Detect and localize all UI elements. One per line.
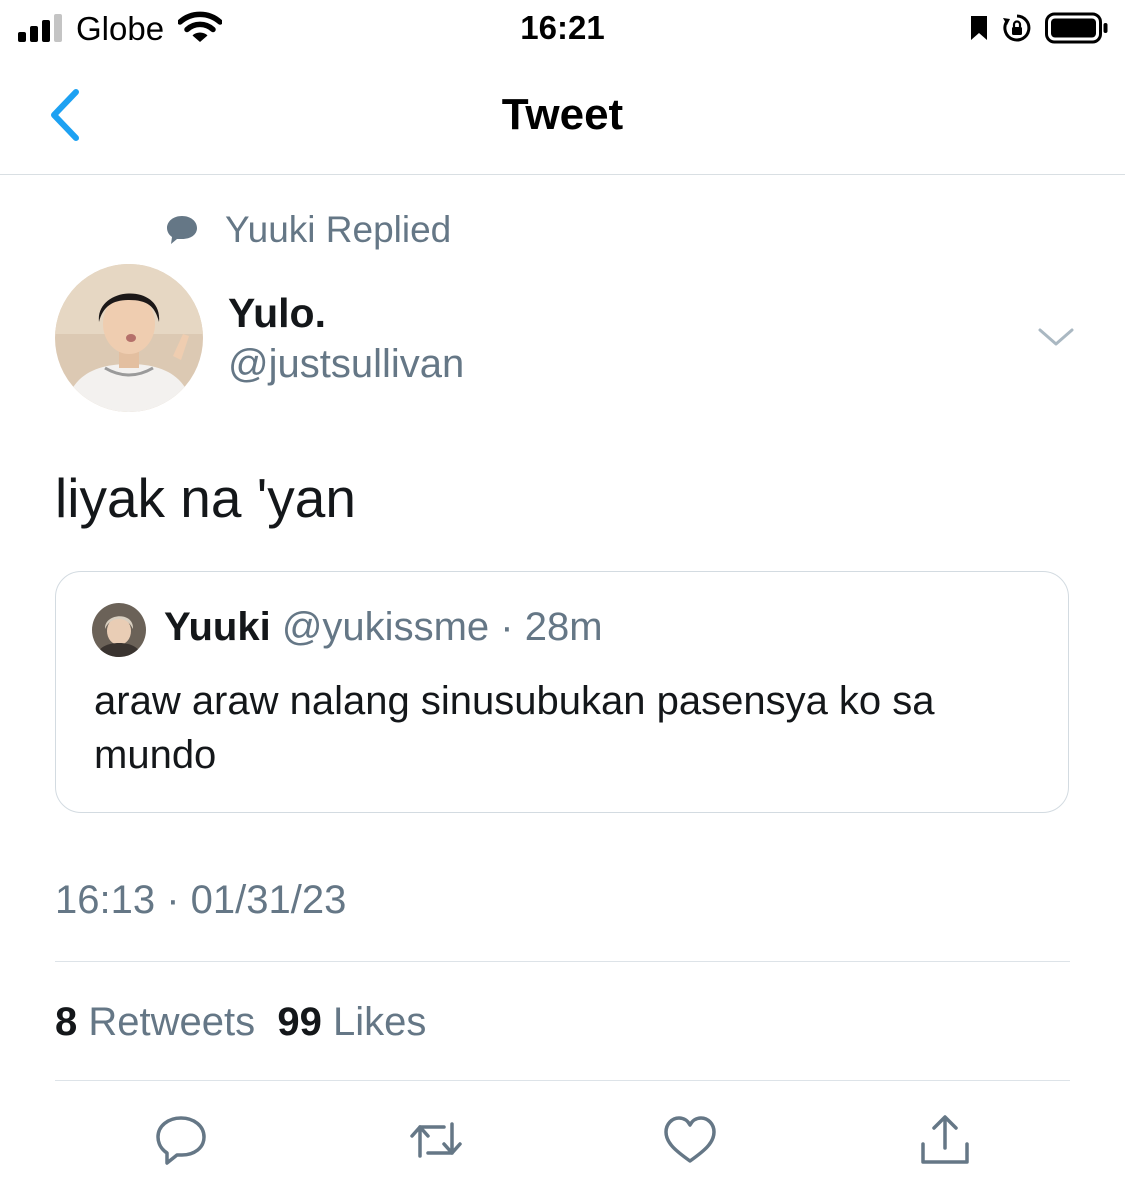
page-title: Tweet (501, 90, 624, 139)
quoted-tweet-age: 28m (524, 605, 603, 649)
quoted-author-avatar (92, 603, 146, 657)
tweet-timestamp: 16:13 · 01/31/23 (55, 878, 347, 922)
reply-context[interactable]: Yuuki Replied (165, 206, 451, 254)
divider (55, 961, 1070, 962)
divider (55, 1080, 1070, 1081)
tweet-stats: 8 Retweets 99 Likes (55, 1000, 426, 1045)
retweets-stat[interactable]: 8 Retweets (55, 1000, 255, 1044)
tweet-text: liyak na 'yan (55, 467, 356, 529)
quoted-tweet[interactable]: Yuuki @yukissme · 28m araw araw nalang s… (55, 571, 1069, 813)
author-avatar[interactable] (55, 264, 203, 412)
likes-label: Likes (332, 1000, 427, 1044)
quoted-avatar-image (92, 603, 146, 657)
status-bar: Globe 16:21 (0, 0, 1125, 60)
speech-bubble-icon (167, 216, 197, 244)
orientation-lock-icon (1003, 14, 1031, 42)
retweets-label: Retweets (88, 1000, 256, 1044)
likes-stat[interactable]: 99 Likes (277, 1000, 426, 1044)
bookmark-icon (971, 16, 987, 40)
author-avatar-image (55, 264, 203, 412)
share-icon[interactable] (917, 1112, 973, 1168)
quoted-separator: · (500, 605, 514, 649)
navigation-bar: Tweet (0, 60, 1125, 175)
retweet-icon[interactable] (408, 1112, 464, 1168)
chevron-down-icon[interactable] (1036, 322, 1076, 352)
likes-count: 99 (277, 1000, 322, 1044)
quoted-tweet-header: Yuuki @yukissme · 28m (164, 605, 603, 650)
reply-context-text: Yuuki Replied (225, 209, 452, 250)
quoted-author-name: Yuuki (164, 605, 271, 649)
battery-icon (1045, 12, 1108, 44)
status-time: 16:21 (520, 9, 605, 46)
like-icon[interactable] (662, 1112, 718, 1168)
reply-icon[interactable] (153, 1112, 209, 1168)
author-name[interactable]: Yulo. (228, 290, 326, 337)
retweets-count: 8 (55, 1000, 78, 1044)
quoted-tweet-text: araw araw nalang sinusubukan pasensya ko… (94, 679, 935, 777)
quoted-author-handle: @yukissme (281, 605, 490, 649)
author-handle[interactable]: @justsullivan (228, 342, 464, 387)
status-right-icons (969, 11, 1109, 45)
